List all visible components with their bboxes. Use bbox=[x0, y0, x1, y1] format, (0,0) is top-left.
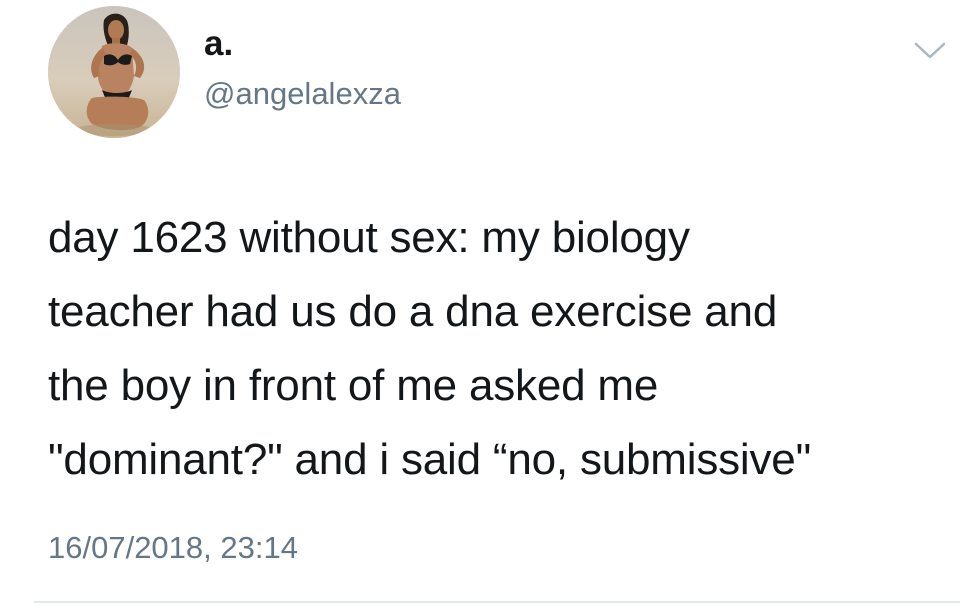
avatar-image bbox=[48, 6, 180, 138]
tweet-timestamp[interactable]: 16/07/2018, 23:14 bbox=[48, 526, 298, 570]
tweet: a. @angelalexza day 1623 without sex: my… bbox=[0, 0, 960, 616]
tweet-text: day 1623 without sex: my biology teacher… bbox=[48, 201, 948, 497]
tweet-text-line: the boy in front of me asked me bbox=[48, 361, 659, 410]
author-handle[interactable]: @angelalexza bbox=[204, 72, 401, 116]
tweet-text-line: "dominant?" and i said “no, submissive" bbox=[48, 435, 811, 484]
tweet-text-line: day 1623 without sex: my biology bbox=[48, 213, 690, 262]
tweet-text-line: teacher had us do a dna exercise and bbox=[48, 287, 778, 336]
author-display-name[interactable]: a. bbox=[204, 22, 233, 66]
avatar[interactable] bbox=[48, 6, 180, 138]
divider bbox=[34, 601, 960, 603]
chevron-down-icon[interactable] bbox=[912, 38, 948, 62]
